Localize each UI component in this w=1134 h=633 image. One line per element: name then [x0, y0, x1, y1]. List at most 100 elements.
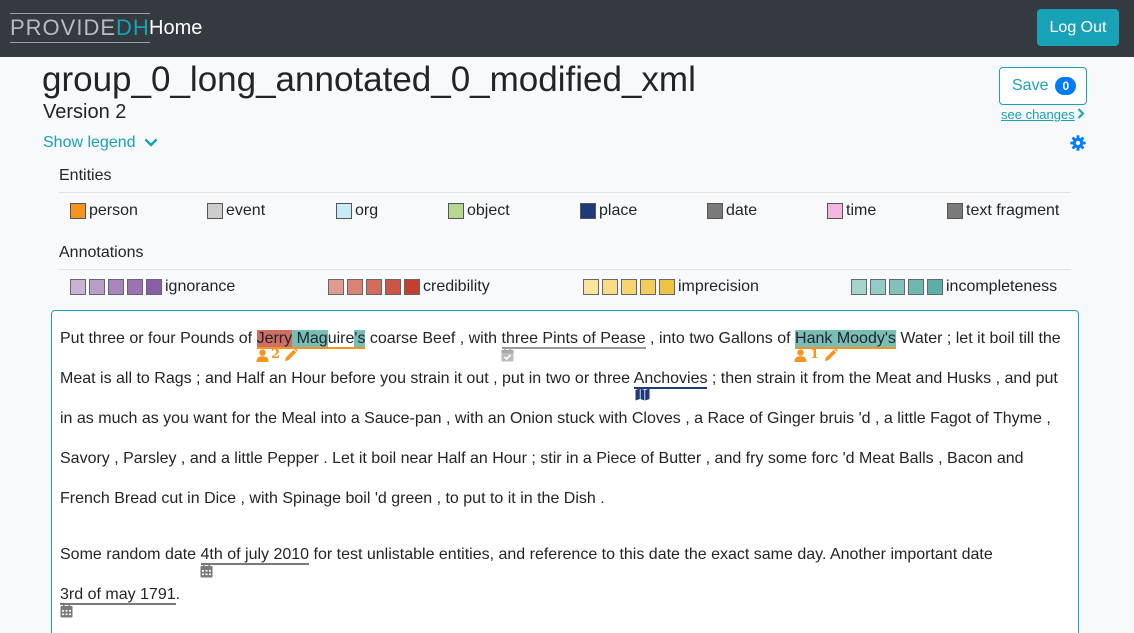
text-line-6: Some random date 4th of july 2010 for te… [60, 545, 993, 565]
save-count-badge: 0 [1055, 77, 1077, 95]
legend-entity-text-fragment: text fragment [947, 202, 1059, 220]
credibility-swatch-3 [366, 279, 382, 295]
text-segment: Put three or four Pounds of [60, 330, 257, 347]
legend-entity-person: person [70, 202, 138, 220]
incompleteness-swatch-2 [870, 279, 886, 295]
legend-annotation-ignorance: ignorance [70, 278, 235, 296]
imprecision-swatch-1 [583, 279, 599, 295]
incompleteness-swatch-3 [889, 279, 905, 295]
legend-annotation-label: imprecision [678, 278, 759, 295]
person-swatch [70, 203, 86, 219]
annotations-heading: Annotations [59, 244, 144, 261]
brand-logo[interactable]: PROVIDEDH [10, 13, 150, 43]
credibility-swatch-2 [347, 279, 363, 295]
legend-annotation-label: ignorance [165, 278, 236, 295]
ignorance-swatch-3 [108, 279, 124, 295]
gear-icon[interactable] [1070, 135, 1086, 151]
time-swatch [827, 203, 843, 219]
text-segment: coarse Beef , with [365, 330, 502, 347]
show-legend-label: Show legend [43, 134, 136, 151]
divider [59, 192, 1071, 193]
legend-annotation-label: incompleteness [946, 278, 1058, 295]
date-mark-july-2010[interactable] [200, 564, 213, 578]
legend-entity-label: time [846, 202, 877, 219]
legend-entity-label: event [226, 202, 266, 219]
text-segment: Water ; let it boil till the [895, 330, 1061, 347]
save-button[interactable]: Save 0 [999, 67, 1087, 105]
org-swatch [336, 203, 352, 219]
version-label: Version 2 [43, 101, 127, 123]
credibility-swatch-1 [328, 279, 344, 295]
imprecision-swatch-2 [602, 279, 618, 295]
ignorance-swatch-4 [127, 279, 143, 295]
legend-entity-label: text fragment [966, 202, 1060, 219]
place-swatch [580, 203, 596, 219]
incompleteness-swatch-1 [851, 279, 867, 295]
legend-entity-label: date [726, 202, 758, 219]
text-line-1: Put three or four Pounds of Jerry Maguir… [60, 329, 1061, 349]
entity-date-july-2010[interactable]: 4th of july 2010 [200, 546, 310, 565]
entity-event-three-pints[interactable]: three Pints of Pease [501, 330, 646, 349]
calendar-icon [200, 564, 213, 578]
person-mark-jerry[interactable]: 2 [256, 348, 298, 362]
text-segment: , into two Gallons of [645, 330, 796, 347]
credibility-swatch-4 [385, 279, 401, 295]
calendar-icon [60, 604, 73, 618]
legend-annotation-incompleteness: incompleteness [851, 278, 1057, 296]
brand-text-provide: PROVIDE [10, 15, 117, 40]
text-line-7: 3rd of may 1791. [60, 585, 180, 605]
credibility-swatch-5 [404, 279, 420, 295]
text-line-5: French Bread cut in Dice , with Spinage … [60, 490, 605, 507]
date-mark-may-1791[interactable] [60, 604, 73, 618]
text-fragment-swatch [947, 203, 963, 219]
text-line-3: in as much as you want for the Meal into… [60, 410, 1051, 427]
divider [59, 269, 1071, 270]
imprecision-swatch-5 [659, 279, 675, 295]
credibility-highlight: Jerry [256, 330, 293, 347]
document-text-panel[interactable]: Put three or four Pounds of Jerry Maguir… [51, 310, 1079, 633]
legend-entity-time: time [827, 202, 876, 220]
text-segment: Some random date [60, 546, 201, 563]
event-swatch [207, 203, 223, 219]
legend-annotation-credibility: credibility [328, 278, 490, 296]
navbar: PROVIDEDH Home Log Out [0, 0, 1134, 57]
legend-entity-org: org [336, 202, 378, 220]
legend-entity-label: place [599, 202, 638, 219]
annotation-count: 2 [271, 347, 281, 362]
incompleteness-swatch-5 [927, 279, 943, 295]
user-icon [256, 348, 269, 362]
text-segment: ; then strain it from the Meat and Husks… [707, 370, 1058, 387]
logout-button[interactable]: Log Out [1037, 9, 1119, 46]
imprecision-swatch-3 [621, 279, 637, 295]
home-link[interactable]: Home [149, 17, 202, 39]
person-mark-hank[interactable]: 1 [794, 348, 838, 362]
legend-entity-event: event [207, 202, 265, 220]
see-changes-link[interactable]: see changes [1001, 107, 1085, 122]
text-line-2: Meat is all to Rags ; and Half an Hour b… [60, 369, 1058, 389]
place-mark-anchovies[interactable] [635, 388, 650, 401]
map-icon [635, 388, 650, 401]
legend-entity-object: object [448, 202, 510, 220]
entity-date-may-1791[interactable]: 3rd of may 1791 [60, 586, 176, 605]
brand-text-dh: DH [116, 15, 150, 40]
chevron-right-icon [1077, 107, 1085, 122]
see-changes-label: see changes [1001, 107, 1075, 122]
ignorance-swatch-5 [146, 279, 162, 295]
legend-entity-place: place [580, 202, 637, 220]
incompleteness-swatch-4 [908, 279, 924, 295]
text-segment: Meat is all to Rags ; and Half an Hour b… [60, 370, 634, 387]
text-segment: for test unlistable entities, and refere… [309, 546, 993, 563]
text-segment: uire [327, 330, 355, 347]
object-swatch [448, 203, 464, 219]
text-segment: . [175, 586, 181, 603]
incompleteness-highlight: 's [354, 330, 366, 347]
legend-entity-date: date [707, 202, 757, 220]
chevron-down-icon [144, 134, 158, 152]
legend-entity-label: person [89, 202, 138, 219]
imprecision-swatch-4 [640, 279, 656, 295]
legend-entity-label: object [467, 202, 510, 219]
entity-place-anchovies[interactable]: Anchovies [633, 370, 708, 389]
show-legend-toggle[interactable]: Show legend [43, 134, 158, 152]
incompleteness-highlight: Mag [292, 330, 328, 347]
event-mark-pints[interactable] [501, 348, 514, 362]
